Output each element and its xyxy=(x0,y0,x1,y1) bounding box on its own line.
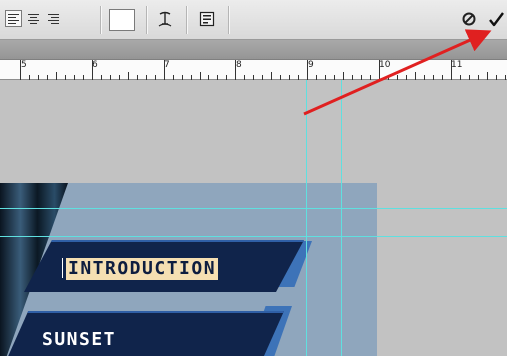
annotation-arrow xyxy=(303,29,492,116)
